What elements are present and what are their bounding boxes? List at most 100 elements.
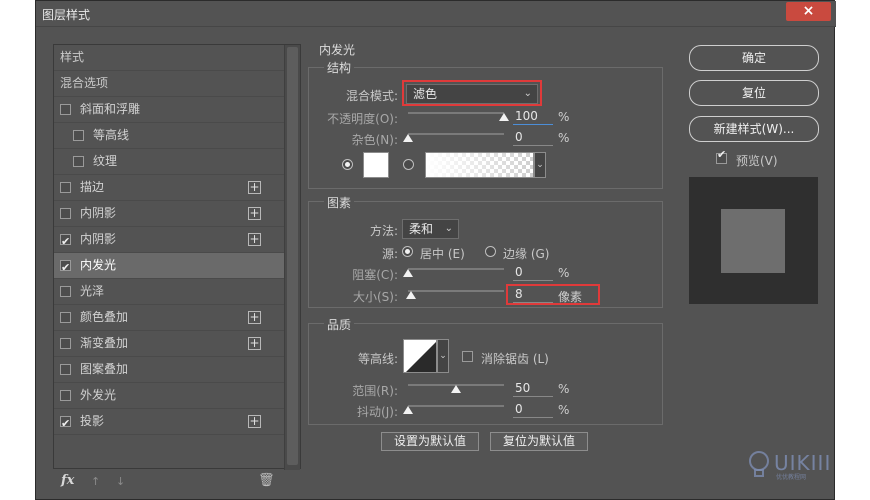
reset-default-button[interactable]: 复位为默认值: [490, 432, 588, 451]
style-checkbox[interactable]: [60, 229, 71, 254]
add-effect-icon[interactable]: +: [248, 181, 261, 194]
opacity-input[interactable]: 100: [513, 109, 553, 125]
opacity-unit: %: [558, 110, 570, 124]
style-checkbox[interactable]: [60, 286, 71, 297]
noise-slider-knob[interactable]: [403, 134, 413, 142]
style-list-item[interactable]: 内发光: [54, 253, 284, 280]
style-list-item[interactable]: 光泽: [54, 279, 284, 305]
gradient-radio[interactable]: [403, 159, 414, 170]
add-effect-icon[interactable]: +: [248, 415, 261, 428]
size-slider-track[interactable]: [408, 290, 504, 292]
style-list-item[interactable]: 内阴影 +: [54, 201, 284, 227]
choke-slider-knob[interactable]: [403, 269, 413, 277]
choke-input[interactable]: 0: [513, 265, 553, 281]
style-list-item-label: 投影: [80, 414, 105, 428]
glow-color-swatch[interactable]: [363, 152, 389, 178]
gradient-dropdown[interactable]: ⌄: [534, 152, 546, 178]
style-checkbox[interactable]: [73, 156, 84, 167]
styles-scrollbar[interactable]: [284, 45, 300, 470]
style-list-item-label: 渐变叠加: [80, 336, 129, 350]
size-highlight: [506, 284, 600, 305]
style-list-item-label: 纹理: [93, 154, 118, 168]
move-up-icon[interactable]: ↑: [91, 475, 100, 488]
jitter-input[interactable]: 0: [513, 402, 553, 418]
source-edge-radio[interactable]: [485, 246, 496, 257]
source-center-radio[interactable]: [402, 246, 413, 257]
ok-button[interactable]: 确定: [689, 45, 819, 71]
style-list-item[interactable]: 投影 +: [54, 409, 284, 436]
range-input[interactable]: 50: [513, 381, 553, 397]
choke-unit: %: [558, 266, 570, 280]
style-list-item[interactable]: 斜面和浮雕: [54, 97, 284, 123]
jitter-label: 抖动(J):: [357, 405, 398, 419]
move-down-icon[interactable]: ↓: [116, 475, 125, 488]
style-checkbox[interactable]: [60, 312, 71, 323]
size-slider-knob[interactable]: [405, 291, 416, 299]
structure-title: 结构: [324, 59, 355, 76]
style-checkbox[interactable]: [60, 338, 71, 349]
new-style-button[interactable]: 新建样式(W)...: [689, 116, 819, 142]
reset-button[interactable]: 复位: [689, 80, 819, 106]
method-select[interactable]: 柔和 ⌄: [402, 219, 459, 239]
choke-label: 阻塞(C):: [352, 268, 398, 282]
noise-slider-track[interactable]: [408, 133, 504, 135]
jitter-unit: %: [558, 403, 570, 417]
style-checkbox[interactable]: [73, 130, 84, 141]
antialias-label[interactable]: 消除锯齿 (L): [481, 350, 549, 367]
style-checkbox[interactable]: [60, 390, 71, 401]
style-list-item-label: 外发光: [80, 388, 117, 402]
range-slider-knob[interactable]: [451, 385, 461, 393]
add-effect-icon[interactable]: +: [248, 337, 261, 350]
style-checkbox[interactable]: [60, 255, 71, 280]
add-effect-icon[interactable]: +: [248, 311, 261, 324]
style-list-item[interactable]: 颜色叠加 +: [54, 305, 284, 331]
close-button[interactable]: ×: [786, 2, 831, 21]
style-list-item[interactable]: 混合选项: [54, 71, 284, 97]
style-checkbox[interactable]: [60, 104, 71, 115]
elements-title: 图素: [324, 194, 355, 211]
opacity-slider-track[interactable]: [408, 112, 504, 114]
contour-curve-icon: [406, 342, 436, 372]
source-label: 源:: [381, 247, 398, 261]
contour-dropdown[interactable]: ⌄: [437, 339, 449, 373]
style-list-item[interactable]: 样式: [54, 45, 284, 71]
set-default-button[interactable]: 设置为默认值: [381, 432, 479, 451]
style-list-item[interactable]: 图案叠加: [54, 357, 284, 383]
preview-checkbox[interactable]: [716, 148, 727, 164]
layer-style-dialog: 图层样式 × 样式混合选项斜面和浮雕等高线纹理描边 + 内阴影 + 内阴影 + 内发光光泽颜…: [35, 0, 836, 500]
add-effect-icon[interactable]: +: [248, 207, 261, 220]
style-checkbox[interactable]: [60, 411, 71, 436]
title-bar[interactable]: 图层样式 ×: [36, 1, 836, 27]
add-effect-icon[interactable]: +: [248, 233, 261, 246]
preview-label[interactable]: 预览(V): [736, 152, 778, 169]
style-list-item[interactable]: 渐变叠加 +: [54, 331, 284, 357]
preview-shape: [721, 209, 785, 273]
fx-icon[interactable]: fx: [61, 473, 74, 488]
antialias-checkbox[interactable]: [462, 351, 473, 362]
choke-slider-track[interactable]: [408, 268, 504, 270]
trash-icon[interactable]: 🗑: [258, 473, 275, 488]
contour-picker[interactable]: [403, 339, 437, 373]
opacity-slider-knob[interactable]: [499, 113, 509, 121]
watermark-subtext: 优优教程网: [776, 474, 807, 481]
style-list-item[interactable]: 描边 +: [54, 175, 284, 201]
style-list-item[interactable]: 纹理: [54, 149, 284, 175]
range-label: 范围(R):: [352, 384, 398, 398]
jitter-slider-knob[interactable]: [403, 406, 413, 414]
style-list-item-label: 内阴影: [80, 232, 117, 246]
blend-mode-label: 混合模式:: [345, 89, 398, 103]
style-checkbox[interactable]: [60, 208, 71, 219]
noise-input[interactable]: 0: [513, 130, 553, 146]
style-list-item[interactable]: 外发光: [54, 383, 284, 409]
solid-color-radio[interactable]: [342, 159, 353, 170]
style-list-item[interactable]: 内阴影 +: [54, 227, 284, 254]
style-checkbox[interactable]: [60, 364, 71, 375]
style-list-item-label: 等高线: [93, 128, 130, 142]
source-edge-label[interactable]: 边缘 (G): [503, 245, 549, 262]
jitter-slider-track[interactable]: [408, 405, 504, 407]
scrollbar-thumb[interactable]: [287, 47, 298, 465]
style-checkbox[interactable]: [60, 182, 71, 193]
source-center-label[interactable]: 居中 (E): [420, 245, 465, 262]
style-list-item[interactable]: 等高线: [54, 123, 284, 149]
gradient-picker[interactable]: [425, 152, 534, 178]
